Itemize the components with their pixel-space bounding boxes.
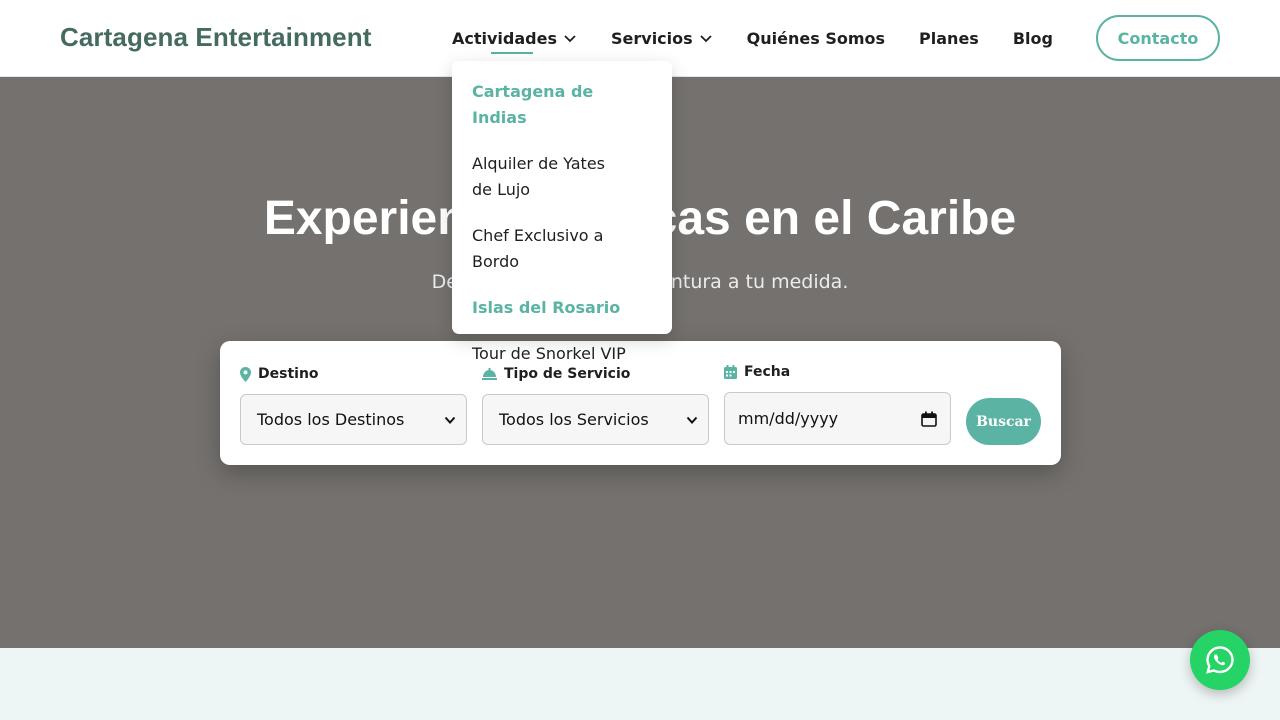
nav-servicios-label: Servicios — [611, 28, 693, 48]
servicio-label: Tipo de Servicio — [504, 366, 631, 382]
buscar-button[interactable]: Buscar — [966, 398, 1041, 445]
chevron-down-icon — [444, 416, 456, 424]
destino-label-row: Destino — [240, 364, 319, 384]
map-pin-icon — [240, 366, 251, 382]
service-bell-icon — [482, 368, 497, 380]
destino-select-value: Todos los Destinos — [257, 410, 405, 429]
nav-actividades[interactable]: Actividades — [452, 27, 577, 54]
chevron-down-icon — [564, 35, 576, 43]
calendar-icon[interactable] — [921, 411, 937, 427]
brand-logo-text[interactable]: Cartagena Entertainment — [60, 22, 371, 53]
servicio-label-row: Tipo de Servicio — [482, 364, 630, 384]
actividades-dropdown-menu: Cartagena de Indias Alquiler de Yates de… — [452, 61, 672, 363]
menu-item-cartagena-de-indias[interactable]: Cartagena de Indias — [452, 79, 672, 131]
nav-servicios[interactable]: Servicios — [611, 27, 713, 49]
fecha-field: Fecha — [724, 362, 790, 382]
nav-quienes-somos[interactable]: Quiénes Somos — [747, 27, 885, 49]
nav-quienes-somos-label: Quiénes Somos — [746, 28, 886, 48]
servicio-select-value: Todos los Servicios — [499, 410, 649, 429]
nav-actividades-label: Actividades — [452, 28, 557, 48]
menu-item-islas-del-rosario[interactable]: Islas del Rosario — [452, 295, 672, 321]
nav-blog-label: Blog — [1012, 28, 1053, 48]
whatsapp-icon — [1206, 646, 1234, 674]
next-section — [0, 648, 1280, 720]
menu-item-chef-exclusivo[interactable]: Chef Exclusivo a Bordo — [452, 223, 672, 275]
menu-item-alquiler-yates[interactable]: Alquiler de Yates de Lujo — [452, 151, 642, 203]
chevron-down-icon — [686, 416, 698, 424]
calendar-icon — [724, 365, 737, 379]
servicio-field: Tipo de Servicio — [482, 364, 630, 384]
chevron-down-icon — [700, 35, 712, 43]
nav-planes[interactable]: Planes — [919, 27, 979, 49]
nav-planes-label: Planes — [919, 28, 979, 48]
main-nav: Actividades Servicios Quiénes Somos Plan… — [452, 27, 1053, 54]
fecha-label-row: Fecha — [724, 362, 790, 382]
fecha-label: Fecha — [744, 364, 791, 380]
whatsapp-button[interactable] — [1190, 630, 1250, 690]
contact-button[interactable]: Contacto — [1096, 15, 1220, 61]
servicio-select[interactable]: Todos los Servicios — [482, 394, 709, 445]
fecha-input[interactable]: mm/dd/yyyy — [724, 392, 951, 445]
destino-field: Destino — [240, 364, 319, 384]
nav-blog[interactable]: Blog — [1013, 27, 1053, 49]
fecha-input-placeholder: mm/dd/yyyy — [738, 409, 839, 428]
destino-label: Destino — [258, 366, 319, 382]
destino-select[interactable]: Todos los Destinos — [240, 394, 467, 445]
menu-item-tour-snorkel[interactable]: Tour de Snorkel VIP — [452, 341, 672, 367]
